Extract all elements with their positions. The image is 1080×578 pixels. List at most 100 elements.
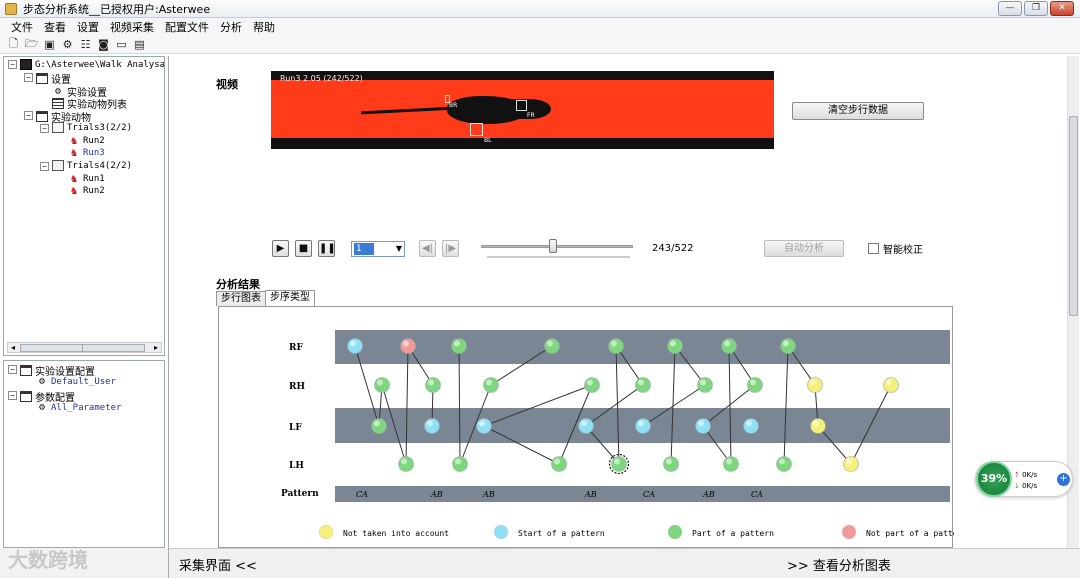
tree-item-default-user[interactable]: ⚙ Default_User <box>36 376 116 387</box>
project-tree-panel: − G:\Asterwee\Walk Analysator − 设置 ⚙ 实验设… <box>3 56 165 356</box>
expander[interactable]: − <box>40 124 49 133</box>
auto-analysis-button[interactable]: 自动分析 <box>764 240 844 257</box>
open-folder-icon[interactable]: 🗁 <box>24 37 39 52</box>
minimize-button[interactable]: — <box>998 1 1022 16</box>
watermark: 大数跨境 <box>8 548 88 572</box>
scroll-thumb[interactable]: ⋮ <box>20 344 145 352</box>
row-label-rh: RH <box>289 382 305 392</box>
chevron-down-icon: ▼ <box>395 244 402 253</box>
row-label-lf: LF <box>289 423 302 433</box>
screen-icon[interactable]: ▭ <box>114 38 129 52</box>
tree-item-t3-run2[interactable]: ♞ Run2 <box>68 135 105 146</box>
settings-icon[interactable]: ⚙ <box>60 38 75 52</box>
tab-walk-chart[interactable]: 步行图表 <box>216 291 266 306</box>
next-frame-icon[interactable]: |▶ <box>442 240 459 257</box>
pause-icon[interactable]: ❚❚ <box>318 240 336 257</box>
tab-step-pattern[interactable]: 步序类型 <box>265 290 315 306</box>
step-point <box>451 338 467 354</box>
menu-help[interactable]: 帮助 <box>248 19 281 35</box>
restore-button[interactable]: ❐ <box>1024 1 1048 16</box>
legend-swatch <box>493 524 509 540</box>
scroll-right-icon[interactable]: ▸ <box>151 343 161 352</box>
paw-label-fr: FR <box>527 112 535 119</box>
folder-icon <box>36 111 48 122</box>
plus-icon[interactable]: + <box>1057 473 1070 486</box>
menu-config-file[interactable]: 配置文件 <box>160 19 215 35</box>
tree-item-t3-run3[interactable]: ♞ Run3 <box>68 147 105 158</box>
play-icon[interactable]: ▶ <box>272 240 289 257</box>
tree-item-t4-run2[interactable]: ♞ Run2 <box>68 185 105 196</box>
new-file-icon[interactable]: 🗋 <box>6 37 21 52</box>
smart-correct-checkbox[interactable] <box>868 243 879 254</box>
menu-view[interactable]: 查看 <box>39 19 72 35</box>
row-label-rf: RF <box>289 343 303 353</box>
step-point-highlight <box>746 420 752 427</box>
step-point-highlight <box>427 420 433 427</box>
step-point-highlight <box>428 379 434 386</box>
paw-marker-bl[interactable] <box>470 123 483 136</box>
step-point <box>635 418 651 434</box>
save-icon[interactable]: ▣ <box>42 38 57 52</box>
menu-settings[interactable]: 设置 <box>72 19 105 35</box>
expander[interactable]: − <box>40 162 49 171</box>
expander[interactable]: − <box>24 111 33 120</box>
step-point <box>483 377 499 393</box>
step-point <box>578 418 594 434</box>
camera-icon[interactable]: ◙ <box>96 38 111 52</box>
step-point-highlight <box>374 420 380 427</box>
pattern-value: AB <box>430 490 443 499</box>
step-point <box>452 456 468 472</box>
paw-marker-fr[interactable] <box>516 100 527 111</box>
expander[interactable]: − <box>8 365 17 374</box>
clear-walk-data-button[interactable]: 清空步行数据 <box>792 102 924 120</box>
toolbar: 🗋 🗁 ▣ ⚙ ☷ ◙ ▭ ▤ <box>0 36 1080 54</box>
step-point <box>697 377 713 393</box>
tree-item-trials3[interactable]: Trials3(2/2) <box>52 122 132 133</box>
footprint-icon: ♞ <box>70 184 78 197</box>
step-point <box>843 456 859 472</box>
results-label: 分析结果 <box>216 278 260 291</box>
menu-video-capture[interactable]: 视频采集 <box>105 19 160 35</box>
network-monitor-widget[interactable]: 39% ↑ 0K/s ↓ 0K/s + <box>975 461 1073 497</box>
expander[interactable]: − <box>24 73 33 82</box>
capture-view-link[interactable]: 采集界面 << <box>179 555 257 574</box>
list-icon[interactable]: ☷ <box>78 38 93 52</box>
step-point <box>723 456 739 472</box>
paw-label-bl: BL <box>484 137 492 144</box>
scroll-left-icon[interactable]: ◂ <box>8 343 18 352</box>
step-point-highlight <box>670 340 676 347</box>
step-point <box>584 377 600 393</box>
frame-step-select[interactable]: 1 ▼ <box>351 241 405 257</box>
pattern-value: AB <box>702 490 715 499</box>
expander[interactable]: − <box>8 60 17 69</box>
step-point-highlight <box>886 379 892 386</box>
tree-item-all-parameter[interactable]: ⚙ All_Parameter <box>36 402 121 413</box>
scroll-thumb[interactable] <box>1069 116 1078 316</box>
step-point-highlight <box>750 379 756 386</box>
step-point <box>721 338 737 354</box>
frame-slider-thumb[interactable] <box>549 239 557 253</box>
step-point-highlight <box>813 420 819 427</box>
frame-counter: 243/522 <box>652 243 694 254</box>
tree-root[interactable]: G:\Asterwee\Walk Analysator <box>20 59 164 70</box>
frame-slider-track[interactable] <box>481 245 633 248</box>
menu-file[interactable]: 文件 <box>6 19 39 35</box>
step-point <box>747 377 763 393</box>
list-icon <box>52 98 64 109</box>
step-pattern-svg: RF RH LF LH Pattern CA AB AB AB CA AB CA Not taken i… <box>281 330 954 540</box>
menu-analysis[interactable]: 分析 <box>215 19 248 35</box>
tree-hscroll[interactable]: ◂ ⋮ ▸ <box>7 342 162 353</box>
view-analysis-chart-link[interactable]: >> 查看分析图表 <box>787 555 891 574</box>
step-point-highlight <box>581 420 587 427</box>
video-view[interactable]: Run3 2.05 (242/522) BR FR BL <box>271 71 774 149</box>
stop-icon[interactable]: ■ <box>295 240 312 257</box>
project-icon <box>20 59 32 70</box>
step-point-highlight <box>350 340 356 347</box>
prev-frame-icon[interactable]: ◀| <box>419 240 436 257</box>
chart-icon[interactable]: ▤ <box>132 38 147 52</box>
tree-item-trials4[interactable]: Trials4(2/2) <box>52 160 132 171</box>
expander[interactable]: − <box>8 391 17 400</box>
tree-item-t4-run1[interactable]: ♞ Run1 <box>68 173 105 184</box>
main-panel: 视频 Run3 2.05 (242/522) BR FR BL 清空步行数据 ▶… <box>169 56 1067 548</box>
close-button[interactable]: ✕ <box>1050 1 1074 16</box>
